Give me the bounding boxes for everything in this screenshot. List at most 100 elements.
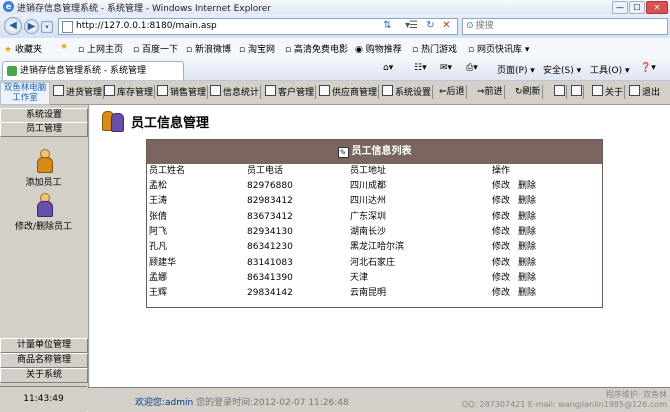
page-title: 员工信息管理 bbox=[131, 116, 210, 131]
purchase-button[interactable]: 进货管理 bbox=[52, 85, 105, 99]
stop-icon[interactable]: ✕ bbox=[439, 18, 454, 33]
inventory-icon bbox=[104, 85, 115, 96]
row-actions: 修改 删除 bbox=[492, 210, 544, 225]
tab-employee-management[interactable]: 员工管理 bbox=[0, 122, 88, 137]
refresh-icon[interactable]: ↻ bbox=[423, 18, 438, 33]
address-input[interactable]: http://127.0.0.1:8180/main.asp bbox=[58, 18, 458, 35]
refresh-app-icon: ↻ bbox=[515, 87, 523, 97]
refresh-app-button[interactable]: ↻刷新 bbox=[515, 85, 543, 99]
page-menu[interactable]: 页面(P) ▾ bbox=[497, 63, 535, 76]
stats-icon bbox=[210, 85, 221, 96]
employee-phone: 83673412 bbox=[247, 211, 293, 222]
column-header: 员工电话 bbox=[247, 166, 284, 176]
row-actions: 修改 删除 bbox=[492, 271, 544, 286]
home-icon[interactable]: ⌂▾ bbox=[383, 63, 393, 73]
employee-phone: 82983412 bbox=[247, 196, 293, 207]
tab-about-system[interactable]: 关于系统 bbox=[0, 368, 88, 383]
sales-icon bbox=[157, 85, 168, 96]
tab-unit-management[interactable]: 计量单位管理 bbox=[0, 338, 88, 353]
employee-address: 河北石家庄 bbox=[350, 257, 396, 268]
address-text: http://127.0.0.1:8180/main.asp bbox=[76, 21, 217, 31]
delete-link[interactable]: 删除 bbox=[518, 288, 536, 298]
edit-link[interactable]: 修改 bbox=[492, 258, 510, 268]
feeds-icon[interactable]: ☷▾ bbox=[414, 63, 427, 73]
delete-link[interactable]: 删除 bbox=[518, 273, 536, 283]
notepad-button[interactable] bbox=[570, 85, 584, 99]
browser-tab[interactable]: 进销存信息管理系统 - 系统管理 bbox=[2, 61, 184, 80]
print-icon[interactable]: ⎙▾ bbox=[466, 63, 478, 73]
clock: 11:43:49 bbox=[0, 386, 87, 412]
minimize-button[interactable]: — bbox=[612, 1, 628, 14]
person-icon bbox=[36, 149, 53, 173]
edit-link[interactable]: 修改 bbox=[492, 242, 510, 252]
search-input[interactable]: ⊙ 搜搜 bbox=[462, 18, 668, 35]
delete-link[interactable]: 删除 bbox=[518, 258, 536, 268]
help-menu[interactable]: ❓▾ bbox=[640, 63, 656, 73]
table-title: 员工信息列表 bbox=[351, 146, 412, 157]
edit-employee-item[interactable]: 修改/删除员工 bbox=[0, 193, 87, 232]
stats-button[interactable]: 信息统计 bbox=[209, 85, 262, 99]
delete-link[interactable]: 删除 bbox=[518, 196, 536, 206]
search-engine-icon: ⊙ bbox=[466, 21, 474, 31]
tools-menu[interactable]: 工具(O) ▾ bbox=[590, 63, 630, 76]
delete-link[interactable]: 删除 bbox=[518, 212, 536, 222]
forward-app-button[interactable]: ⇒前进 bbox=[477, 85, 505, 99]
fav-link[interactable]: ▫ 热门游戏 bbox=[412, 42, 457, 55]
calculator-button[interactable] bbox=[553, 85, 567, 99]
tab-product-name-management[interactable]: 商品名称管理 bbox=[0, 353, 88, 368]
add-employee-item[interactable]: 添加员工 bbox=[0, 149, 87, 188]
customer-button[interactable]: 客户管理 bbox=[264, 85, 317, 99]
delete-link[interactable]: 删除 bbox=[518, 242, 536, 252]
table-header-row: 员工姓名 员工电话 员工地址 操作 bbox=[147, 164, 602, 179]
edit-link[interactable]: 修改 bbox=[492, 288, 510, 298]
inventory-button[interactable]: 库存管理 bbox=[103, 85, 156, 99]
employee-table: ✎ 员工信息列表 员工姓名 员工电话 员工地址 操作 孟松 82976880 四川成都… bbox=[146, 139, 603, 308]
history-dropdown-icon[interactable]: ▾ bbox=[41, 21, 53, 33]
delete-link[interactable]: 删除 bbox=[518, 227, 536, 237]
supplier-icon bbox=[319, 85, 330, 96]
edit-employee-label: 修改/删除员工 bbox=[14, 222, 73, 232]
fav-link[interactable]: ▫ 百度一下 bbox=[133, 42, 178, 55]
edit-link[interactable]: 修改 bbox=[492, 227, 510, 237]
fav-link[interactable]: ▫ 高清免费电影 bbox=[285, 42, 348, 55]
edit-link[interactable]: 修改 bbox=[492, 181, 510, 191]
app-toolbar: 双鱼林电脑工作室 进货管理 库存管理 销售管理 信息统计 客户管理 供应商管理 … bbox=[0, 81, 670, 105]
fav-link[interactable]: ▫ 上网主页 bbox=[78, 42, 123, 55]
employee-name: 孟松 bbox=[149, 181, 168, 191]
safety-menu[interactable]: 安全(S) ▾ bbox=[543, 63, 581, 76]
add-favorite-icon[interactable]: ★ bbox=[60, 42, 68, 52]
settings-button[interactable]: 系统设置 bbox=[381, 85, 434, 99]
back-button[interactable]: ◀ bbox=[4, 17, 22, 35]
rss-icon[interactable]: ☰ bbox=[406, 18, 421, 33]
exit-button[interactable]: 退出 bbox=[628, 85, 661, 99]
employee-address: 湖南长沙 bbox=[350, 226, 387, 237]
fav-link[interactable]: ▫ 新浪微博 bbox=[186, 42, 231, 55]
close-button[interactable]: ✕ bbox=[646, 1, 668, 14]
fav-link[interactable]: ▫ 淘宝网 bbox=[239, 42, 275, 55]
tab-system-settings[interactable]: 系统设置 bbox=[0, 108, 88, 123]
edit-link[interactable]: 修改 bbox=[492, 196, 510, 206]
favorites-button[interactable]: ★ 收藏夹 bbox=[4, 42, 42, 55]
maximize-button[interactable]: ☐ bbox=[629, 1, 645, 14]
fav-link[interactable]: ▫ 网页快讯库 ▾ bbox=[468, 42, 529, 55]
edit-link[interactable]: 修改 bbox=[492, 212, 510, 222]
username: admin bbox=[165, 398, 194, 408]
address-bar-row: ◀ ▶ ▾ http://127.0.0.1:8180/main.asp ⇅ ▾… bbox=[0, 14, 670, 38]
forward-button[interactable]: ▶ bbox=[24, 19, 39, 34]
supplier-button[interactable]: 供应商管理 bbox=[318, 85, 380, 99]
site-icon bbox=[7, 65, 17, 76]
delete-link[interactable]: 删除 bbox=[518, 181, 536, 191]
employee-phone: 86341230 bbox=[247, 242, 293, 253]
compat-view-icon[interactable]: ⇅ bbox=[380, 18, 395, 33]
edit-link[interactable]: 修改 bbox=[492, 273, 510, 283]
window-title: 进销存信息管理系统 - 系统管理 - Windows Internet Expl… bbox=[17, 4, 272, 14]
table-row: 顾建华 83141083 河北石家庄 修改 删除 bbox=[147, 256, 602, 271]
mail-icon[interactable]: ✉▾ bbox=[440, 63, 452, 73]
fav-link[interactable]: ◉ 购物推荐 bbox=[355, 42, 402, 55]
back-app-button[interactable]: ⇐后退 bbox=[439, 85, 467, 99]
about-button[interactable]: 关于 bbox=[591, 85, 626, 99]
employee-address: 黑龙江哈尔滨 bbox=[350, 242, 405, 253]
back-arrow-icon: ⇐ bbox=[439, 87, 447, 97]
sales-button[interactable]: 销售管理 bbox=[156, 85, 209, 99]
customer-icon bbox=[265, 85, 276, 96]
